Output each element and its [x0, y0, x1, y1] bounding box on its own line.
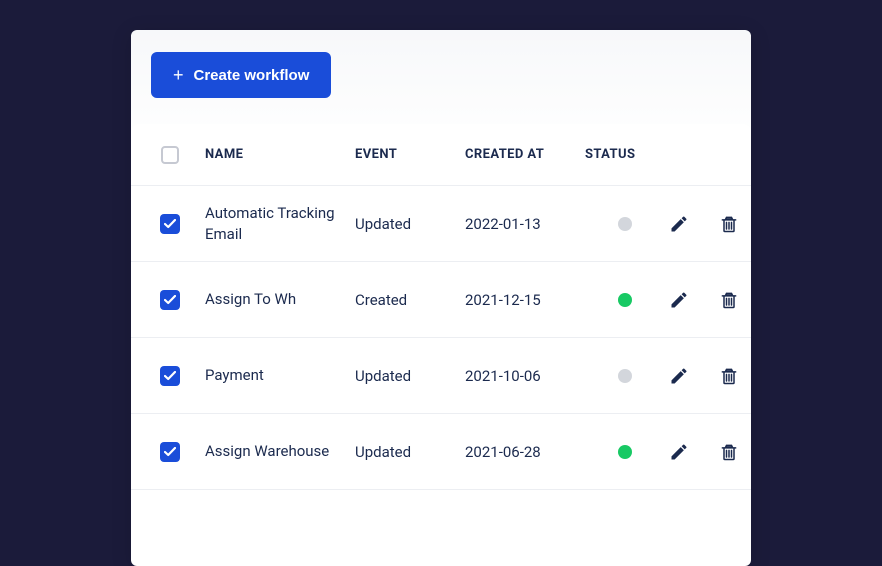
- trash-icon: [719, 366, 739, 386]
- status-dot: [618, 369, 632, 383]
- status-dot: [618, 217, 632, 231]
- row-checkbox[interactable]: [160, 290, 180, 310]
- table-row: Payment Updated 2021-10-06: [131, 338, 751, 414]
- cell-name: Automatic Tracking Email: [205, 203, 355, 244]
- pencil-icon: [669, 442, 689, 462]
- pencil-icon: [669, 214, 689, 234]
- row-checkbox[interactable]: [160, 366, 180, 386]
- table-row: Assign Warehouse Updated 2021-06-28: [131, 414, 751, 490]
- trash-icon: [719, 290, 739, 310]
- workflows-table: NAME EVENT CREATED AT STATUS Automatic T…: [131, 124, 751, 490]
- edit-button[interactable]: [665, 438, 693, 466]
- delete-button[interactable]: [715, 362, 743, 390]
- toolbar: + Create workflow: [131, 52, 751, 124]
- check-icon: [164, 219, 176, 229]
- pencil-icon: [669, 366, 689, 386]
- workflows-panel: + Create workflow NAME EVENT CREATED AT …: [131, 30, 751, 566]
- trash-icon: [719, 442, 739, 462]
- row-checkbox[interactable]: [160, 442, 180, 462]
- cell-created: 2021-12-15: [465, 291, 585, 309]
- cell-created: 2022-01-13: [465, 215, 585, 233]
- create-workflow-button[interactable]: + Create workflow: [151, 52, 331, 98]
- edit-button[interactable]: [665, 210, 693, 238]
- cell-name: Payment: [205, 365, 355, 385]
- status-dot: [618, 445, 632, 459]
- delete-button[interactable]: [715, 438, 743, 466]
- create-workflow-label: Create workflow: [194, 67, 310, 84]
- cell-event: Updated: [355, 443, 465, 461]
- status-dot: [618, 293, 632, 307]
- check-icon: [164, 295, 176, 305]
- check-icon: [164, 371, 176, 381]
- edit-button[interactable]: [665, 286, 693, 314]
- table-header: NAME EVENT CREATED AT STATUS: [131, 124, 751, 186]
- check-icon: [164, 447, 176, 457]
- cell-created: 2021-10-06: [465, 367, 585, 385]
- cell-event: Updated: [355, 215, 465, 233]
- col-name: NAME: [205, 147, 355, 162]
- cell-event: Created: [355, 291, 465, 309]
- cell-event: Updated: [355, 367, 465, 385]
- col-created: CREATED AT: [465, 147, 585, 162]
- table-row: Assign To Wh Created 2021-12-15: [131, 262, 751, 338]
- cell-created: 2021-06-28: [465, 443, 585, 461]
- select-all-checkbox[interactable]: [161, 146, 179, 164]
- plus-icon: +: [173, 66, 184, 84]
- row-checkbox[interactable]: [160, 214, 180, 234]
- table-row: Automatic Tracking Email Updated 2022-01…: [131, 186, 751, 262]
- cell-name: Assign To Wh: [205, 289, 355, 309]
- delete-button[interactable]: [715, 286, 743, 314]
- col-event: EVENT: [355, 147, 465, 162]
- delete-button[interactable]: [715, 210, 743, 238]
- cell-name: Assign Warehouse: [205, 441, 355, 461]
- edit-button[interactable]: [665, 362, 693, 390]
- col-status: STATUS: [585, 147, 665, 162]
- pencil-icon: [669, 290, 689, 310]
- trash-icon: [719, 214, 739, 234]
